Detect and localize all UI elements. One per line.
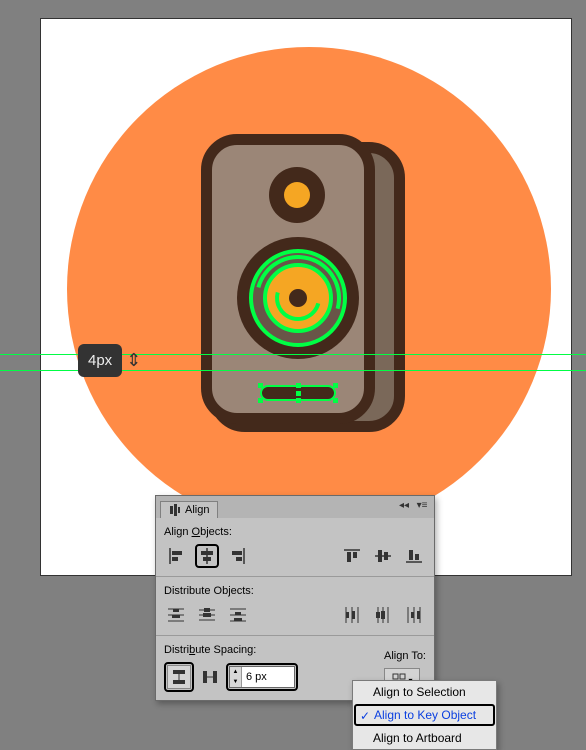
dropdown-item-label: Align to Artboard (373, 731, 462, 745)
dist-bottom-button[interactable] (226, 603, 250, 627)
align-objects-section: Align Objects: (156, 518, 434, 577)
panel-tabbar: Align ◂◂ ▾≡ (156, 496, 434, 518)
measurement-value: 4px (78, 344, 122, 377)
measure-arrow-icon: ⇕ (126, 350, 141, 371)
speaker-illustration (201, 134, 411, 434)
dist-space-h-button[interactable] (198, 665, 222, 689)
label-text: Align (164, 526, 192, 538)
label-underline: O (192, 526, 201, 538)
dropdown-item-label: Align to Selection (373, 685, 466, 699)
selection-handle[interactable] (258, 398, 263, 403)
stepper-icon[interactable]: ▲▼ (230, 667, 242, 687)
woofer[interactable] (237, 237, 359, 359)
selection-handle[interactable] (333, 398, 338, 403)
align-to-dropdown-menu: Align to Selection ✓ Align to Key Object… (352, 680, 497, 750)
panel-menu-icon[interactable]: ▾≡ (414, 498, 430, 512)
selection-handle[interactable] (258, 383, 263, 388)
measurement-readout: 4px ⇕ (78, 344, 141, 377)
port-slot-selected[interactable] (260, 385, 336, 401)
dist-left-button[interactable] (340, 603, 364, 627)
align-vcenter-button[interactable] (371, 544, 395, 568)
align-right-button[interactable] (226, 544, 250, 568)
align-panel-icon (169, 504, 181, 516)
distribute-objects-label: Distribute Objects: (164, 585, 426, 597)
dist-vcenter-button[interactable] (195, 603, 219, 627)
check-icon: ✓ (360, 709, 370, 723)
align-panel: Align ◂◂ ▾≡ Align Objects: Distribute Ob… (155, 495, 435, 701)
speaker-front (201, 134, 375, 424)
align-bottom-button[interactable] (402, 544, 426, 568)
align-hcenter-button[interactable] (195, 544, 219, 568)
panel-collapse-icon[interactable]: ◂◂ (396, 498, 412, 512)
panel-title: Align (185, 504, 209, 516)
woofer-dustcap (289, 289, 307, 307)
align-to-label: Align To: (384, 650, 426, 662)
spacing-input[interactable] (242, 667, 294, 687)
selection-handle[interactable] (296, 398, 301, 403)
align-top-button[interactable] (340, 544, 364, 568)
label-text: Distri (164, 644, 189, 656)
selection-handle[interactable] (333, 383, 338, 388)
dropdown-item-label: Align to Key Object (374, 708, 476, 722)
tweeter (269, 167, 325, 223)
align-objects-label: Align Objects: (164, 526, 426, 538)
dropdown-item-key-object[interactable]: ✓ Align to Key Object (354, 704, 495, 726)
artboard (40, 18, 572, 576)
spacing-value-field[interactable]: ▲▼ (229, 666, 295, 688)
distribute-objects-section: Distribute Objects: (156, 577, 434, 636)
dist-space-v-button[interactable] (167, 665, 191, 689)
distribute-spacing-label: Distribute Spacing: (164, 644, 298, 656)
dist-top-button[interactable] (164, 603, 188, 627)
dropdown-item-selection[interactable]: Align to Selection (353, 681, 496, 703)
align-left-button[interactable] (164, 544, 188, 568)
dist-hcenter-button[interactable] (371, 603, 395, 627)
selection-handle[interactable] (296, 391, 301, 396)
dropdown-item-artboard[interactable]: Align to Artboard (353, 727, 496, 749)
align-panel-tab[interactable]: Align (160, 501, 218, 518)
label-text: bjects: (200, 526, 232, 538)
dist-right-button[interactable] (402, 603, 426, 627)
label-text: ute Spacing: (195, 644, 256, 656)
selection-handle[interactable] (296, 383, 301, 388)
